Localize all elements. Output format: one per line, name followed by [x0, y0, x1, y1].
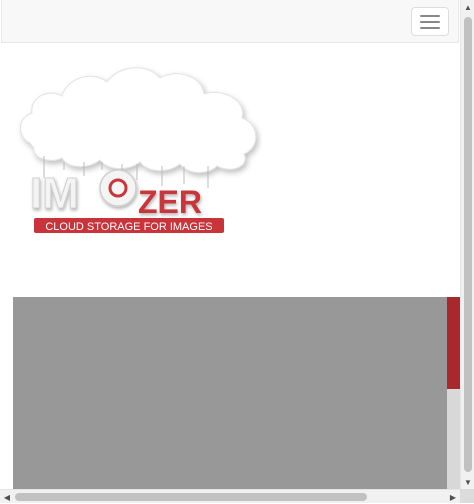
hamburger-icon-bar — [420, 20, 440, 23]
imozer-logo: IM ZER CLOUD STORAGE FOR IMAGES — [20, 67, 257, 233]
scroll-down-arrow-icon[interactable]: ▼ — [461, 475, 474, 489]
banner-side-strip — [447, 389, 460, 489]
logo-tagline: CLOUD STORAGE FOR IMAGES — [45, 221, 212, 233]
scroll-up-arrow-icon[interactable]: ▲ — [461, 0, 474, 14]
horizontal-scroll-thumb[interactable] — [15, 493, 367, 501]
hero-banner — [13, 297, 447, 489]
page-viewport: IM ZER CLOUD STORAGE FOR IMAGES — [0, 0, 460, 489]
hamburger-icon-bar — [420, 26, 440, 29]
cloud-shape — [20, 67, 257, 173]
vertical-scroll-thumb[interactable] — [464, 17, 472, 472]
scroll-left-arrow-icon[interactable]: ◀ — [0, 490, 14, 504]
navbar-toggle-button[interactable] — [411, 7, 449, 36]
scroll-right-arrow-icon[interactable]: ▶ — [446, 490, 460, 504]
scrollbar-corner — [460, 489, 474, 503]
vertical-scrollbar[interactable]: ▲ ▼ — [460, 0, 474, 489]
hamburger-icon-bar — [420, 14, 440, 17]
horizontal-scrollbar[interactable]: ◀ ▶ — [0, 489, 460, 503]
banner-accent-strip — [447, 297, 460, 389]
top-navbar — [1, 0, 459, 43]
logo-word-left: IM — [30, 169, 79, 218]
site-logo-link[interactable]: IM ZER CLOUD STORAGE FOR IMAGES — [12, 58, 262, 240]
logo-word-right: ZER — [138, 184, 202, 220]
logo-camera-o-icon — [99, 169, 137, 207]
